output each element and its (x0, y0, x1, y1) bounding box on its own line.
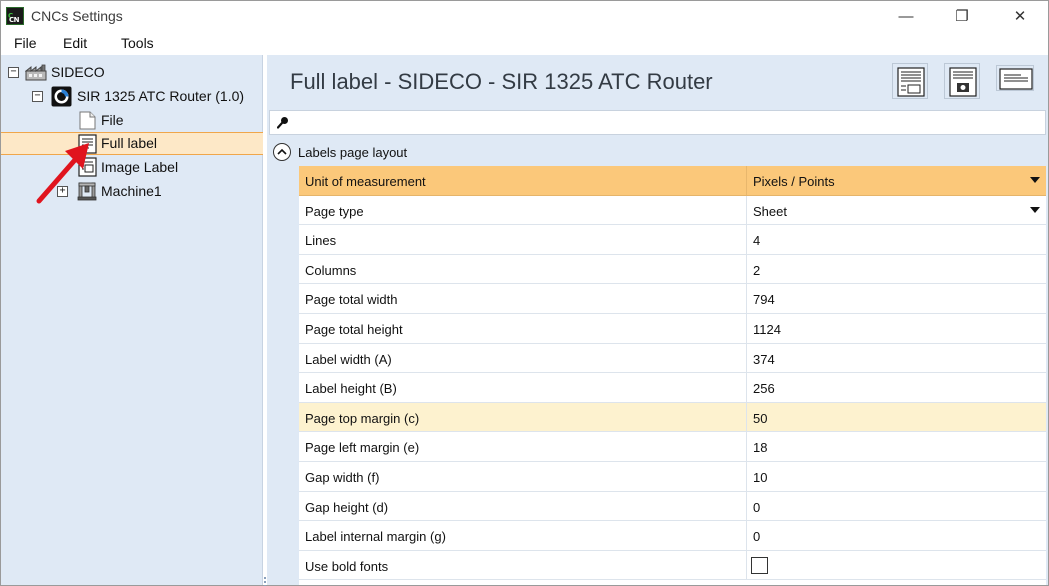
prop-row-columns[interactable]: Columns 2 (299, 254, 1046, 285)
collapse-group-button[interactable] (273, 143, 291, 161)
prop-value[interactable]: 0 (753, 529, 760, 544)
prop-row-page-total-width[interactable]: Page total width 794 (299, 284, 1046, 314)
prop-name: Label height (B) (305, 381, 397, 397)
tree-label-file: File (101, 112, 124, 128)
search-input[interactable] (296, 115, 1036, 131)
window-title: CNCs Settings (31, 8, 123, 24)
property-grid: Labels page layout Unit of measurement P… (269, 138, 1046, 585)
prop-row-label-width[interactable]: Label width (A) 374 (299, 343, 1046, 374)
prop-value[interactable]: 50 (753, 411, 767, 426)
app-logo-icon: CN C (6, 7, 24, 25)
prop-name: Page left margin (e) (305, 440, 420, 456)
prop-name: Gap height (d) (305, 499, 389, 515)
image-label-layout-icon (949, 67, 977, 97)
prop-row-lines[interactable]: Lines 4 (299, 225, 1046, 255)
annotation-arrow-icon (36, 143, 89, 204)
prop-name: Columns (305, 262, 357, 278)
prop-name: Page top margin (c) (305, 410, 420, 426)
bold-fonts-checkbox[interactable] (751, 556, 768, 574)
navigation-tree: − SIDECO − SIR 1325 ATC Router (1.0) Fil… (1, 55, 266, 586)
maximize-button[interactable]: ❐ (939, 1, 985, 31)
tree-node-file[interactable]: File (1, 109, 263, 132)
prop-value[interactable]: 794 (753, 292, 775, 307)
prop-row-page-left-margin[interactable]: Page left margin (e) 18 (299, 432, 1046, 462)
prop-row-unit-of-measurement[interactable]: Unit of measurement Pixels / Points (299, 166, 1046, 196)
app-window: CN C CNCs Settings — ❐ ✕ File Edit Tools … (0, 0, 1049, 586)
page-title: Full label - SIDECO - SIR 1325 ATC Route… (290, 69, 713, 94)
tree-label-machine1: Machine1 (101, 183, 162, 199)
prop-value[interactable]: Pixels / Points (753, 174, 835, 189)
search-icon (277, 117, 288, 129)
menu-file[interactable]: File (14, 35, 37, 51)
prop-name: Page type (305, 203, 364, 219)
properties-panel: Full label - SIDECO - SIR 1325 ATC Route… (267, 55, 1048, 585)
minimize-icon: — (898, 7, 914, 25)
prop-name: Gap width (f) (305, 470, 380, 485)
chevron-up-icon (277, 148, 287, 155)
prop-name: Use bold fonts (305, 558, 389, 574)
prop-row-page-type[interactable]: Page type Sheet (299, 195, 1046, 226)
prop-row-page-top-margin[interactable]: Page top margin (c) 50 (299, 402, 1046, 433)
prop-value[interactable]: Sheet (753, 204, 787, 219)
group-header-labels-page-layout[interactable]: Labels page layout (269, 138, 1046, 166)
minimize-button[interactable]: — (883, 1, 929, 31)
collapse-expander[interactable]: − (32, 91, 43, 102)
prop-row-use-bold-fonts[interactable]: Use bold fonts (299, 550, 1046, 581)
title-bar: CN C CNCs Settings — ❐ ✕ (1, 1, 1048, 31)
full-label-layout-icon (897, 67, 925, 97)
prop-value[interactable]: 10 (753, 470, 767, 485)
grid-gutter (269, 166, 299, 585)
factory-icon (25, 64, 47, 81)
prop-value[interactable]: 4 (753, 233, 760, 248)
property-search-bar[interactable] (269, 110, 1046, 135)
app-logo-text-a: CN (9, 16, 20, 24)
close-button[interactable]: ✕ (997, 1, 1043, 31)
prop-name: Lines (305, 233, 337, 249)
prop-value[interactable]: 1124 (753, 322, 781, 337)
tree-node-machine[interactable]: − SIR 1325 ATC Router (1.0) (1, 85, 263, 108)
prop-value[interactable]: 256 (753, 381, 775, 396)
prop-value[interactable]: 18 (753, 440, 767, 455)
prop-value[interactable]: 374 (753, 352, 775, 367)
dropdown-arrow-icon[interactable] (1030, 206, 1040, 213)
simple-label-layout-button[interactable] (996, 65, 1034, 91)
tree-label-machine: SIR 1325 ATC Router (1.0) (77, 88, 245, 104)
prop-name: Page total width (305, 292, 398, 308)
router-icon (51, 86, 72, 107)
simple-label-layout-icon (999, 68, 1033, 90)
restore-icon: ❐ (955, 8, 969, 25)
prop-name: Unit of measurement (305, 174, 426, 189)
dropdown-arrow-icon[interactable] (1030, 177, 1040, 183)
prop-value[interactable]: 0 (753, 500, 760, 515)
group-label: Labels page layout (298, 145, 408, 160)
prop-row-label-height[interactable]: Label height (B) 256 (299, 373, 1046, 403)
image-label-layout-button[interactable] (944, 63, 980, 99)
tree-node-sideco[interactable]: − SIDECO (1, 61, 263, 84)
prop-value[interactable]: 2 (753, 263, 760, 278)
tree-label-sideco: SIDECO (51, 64, 105, 80)
prop-name: Label internal margin (g) (305, 529, 446, 545)
menu-tools[interactable]: Tools (121, 35, 154, 51)
menu-bar: File Edit Tools (1, 31, 1048, 55)
file-icon (79, 111, 96, 130)
tree-label-full-label: Full label (101, 135, 158, 151)
menu-edit[interactable]: Edit (63, 35, 87, 51)
prop-row-gap-height[interactable]: Gap height (d) 0 (299, 491, 1046, 522)
prop-row-label-internal-margin[interactable]: Label internal margin (g) 0 (299, 521, 1046, 551)
prop-name: Label width (A) (305, 351, 392, 367)
collapse-expander[interactable]: − (8, 67, 19, 78)
prop-row-gap-width[interactable]: Gap width (f) 10 (299, 462, 1046, 492)
full-label-layout-button[interactable] (892, 63, 928, 99)
close-icon: ✕ (1013, 8, 1027, 25)
prop-row-page-total-height[interactable]: Page total height 1124 (299, 314, 1046, 344)
tree-label-image-label: Image Label (101, 159, 179, 175)
prop-name: Page total height (305, 322, 403, 337)
